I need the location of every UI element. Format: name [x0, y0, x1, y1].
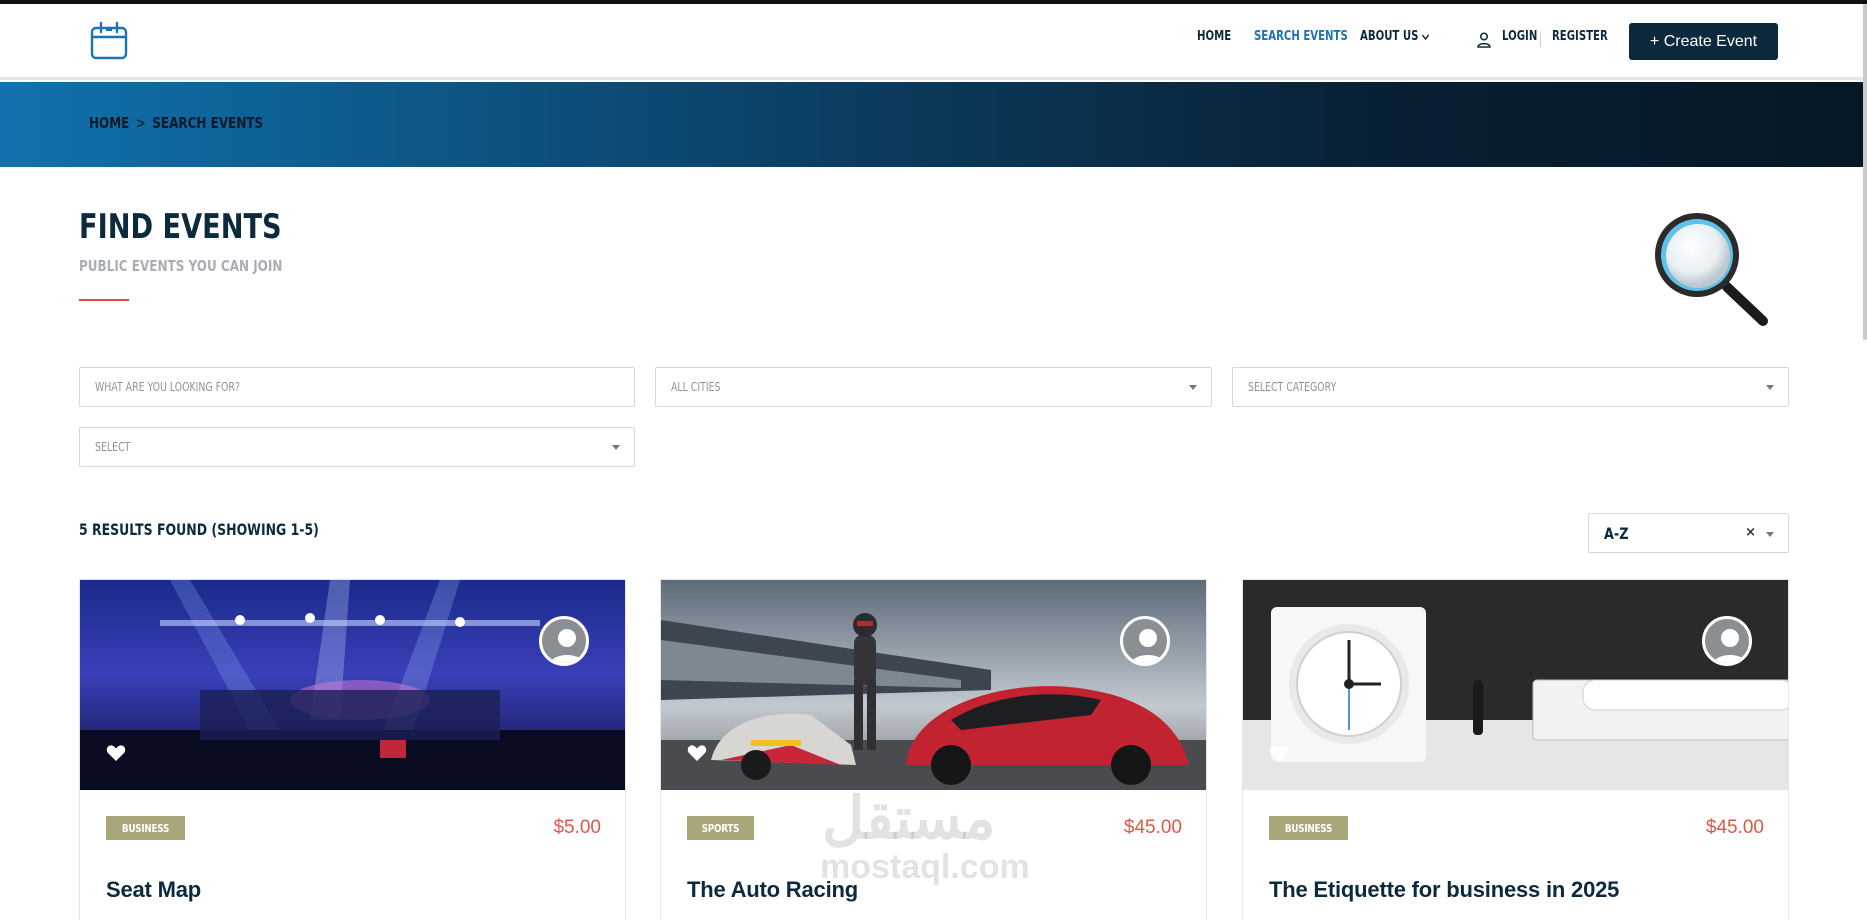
category-select[interactable]: SELECT CATEGORY [1232, 367, 1789, 407]
extra-select-value: SELECT [95, 440, 131, 454]
breadcrumb-current: SEARCH EVENTS [152, 114, 264, 132]
clear-sort-icon[interactable]: × [1745, 525, 1756, 540]
category-badge[interactable]: BUSINESS [1269, 816, 1349, 840]
event-price: $45.00 [1123, 817, 1182, 838]
watermark-arabic: مستقل [822, 786, 996, 851]
organizer-avatar[interactable] [1702, 616, 1752, 666]
create-event-button[interactable]: + Create Event [1629, 23, 1778, 60]
category-badge-label: SPORTS [701, 821, 740, 835]
title-underline [79, 299, 129, 301]
sort-select-value: A-Z [1604, 523, 1629, 543]
organizer-avatar[interactable] [1120, 616, 1170, 666]
category-badge-label: BUSINESS [121, 821, 170, 835]
search-placeholder: WHAT ARE YOU LOOKING FOR? [95, 380, 240, 394]
page-title: FIND EVENTS [79, 207, 282, 247]
event-title[interactable]: The Etiquette for business in 2025 [1269, 877, 1619, 903]
city-select-value: ALL CITIES [671, 380, 721, 394]
results-summary: 5 RESULTS FOUND (SHOWING 1-5) [79, 520, 319, 539]
breadcrumb-separator: > [135, 114, 146, 132]
event-card[interactable]: BUSINESS $5.00 Seat Map [79, 579, 626, 920]
sort-select[interactable]: A-Z × [1588, 513, 1789, 553]
extra-select[interactable]: SELECT [79, 427, 635, 467]
nav-about-us[interactable]: ABOUT US [1360, 29, 1429, 44]
nav-about-us-label: ABOUT US [1360, 29, 1419, 44]
city-select[interactable]: ALL CITIES [655, 367, 1212, 407]
breadcrumb-band [0, 82, 1867, 167]
event-image-clock[interactable] [1243, 580, 1788, 790]
chevron-down-icon [1421, 33, 1429, 40]
watermark-latin: mostaql.com [820, 848, 1030, 886]
nav-register[interactable]: REGISTER [1552, 29, 1608, 44]
scrollbar[interactable] [1863, 4, 1867, 340]
caret-down-icon [1766, 532, 1774, 537]
event-price: $5.00 [553, 817, 601, 838]
category-badge[interactable]: BUSINESS [106, 816, 186, 840]
user-icon [1477, 32, 1491, 48]
breadcrumb-home[interactable]: HOME [89, 114, 129, 132]
event-title[interactable]: Seat Map [106, 877, 201, 903]
heart-icon[interactable] [106, 744, 126, 762]
nav-divider [1540, 33, 1541, 47]
heart-icon[interactable] [1269, 744, 1289, 762]
nav-login[interactable]: LOGIN [1502, 29, 1537, 44]
calendar-logo-icon[interactable] [89, 21, 129, 61]
breadcrumb: HOME > SEARCH EVENTS [89, 114, 263, 132]
caret-down-icon [1766, 385, 1774, 390]
category-badge[interactable]: SPORTS [687, 816, 754, 840]
caret-down-icon [1189, 385, 1197, 390]
nav-search-events[interactable]: SEARCH EVENTS [1254, 29, 1348, 44]
nav-home[interactable]: HOME [1197, 29, 1231, 44]
event-image-racing[interactable] [661, 580, 1206, 790]
organizer-avatar[interactable] [539, 616, 589, 666]
event-image-concert[interactable] [80, 580, 625, 790]
page-subtitle: PUBLIC EVENTS YOU CAN JOIN [79, 257, 283, 275]
event-price: $45.00 [1705, 817, 1764, 838]
magnifier-icon [1655, 213, 1768, 326]
caret-down-icon [612, 445, 620, 450]
category-select-value: SELECT CATEGORY [1248, 380, 1337, 394]
watermark: مستقل mostaql.com [820, 790, 1030, 887]
search-input[interactable]: WHAT ARE YOU LOOKING FOR? [79, 367, 635, 407]
event-card[interactable]: BUSINESS $45.00 The Etiquette for busine… [1242, 579, 1789, 920]
heart-icon[interactable] [687, 744, 707, 762]
category-badge-label: BUSINESS [1284, 821, 1333, 835]
